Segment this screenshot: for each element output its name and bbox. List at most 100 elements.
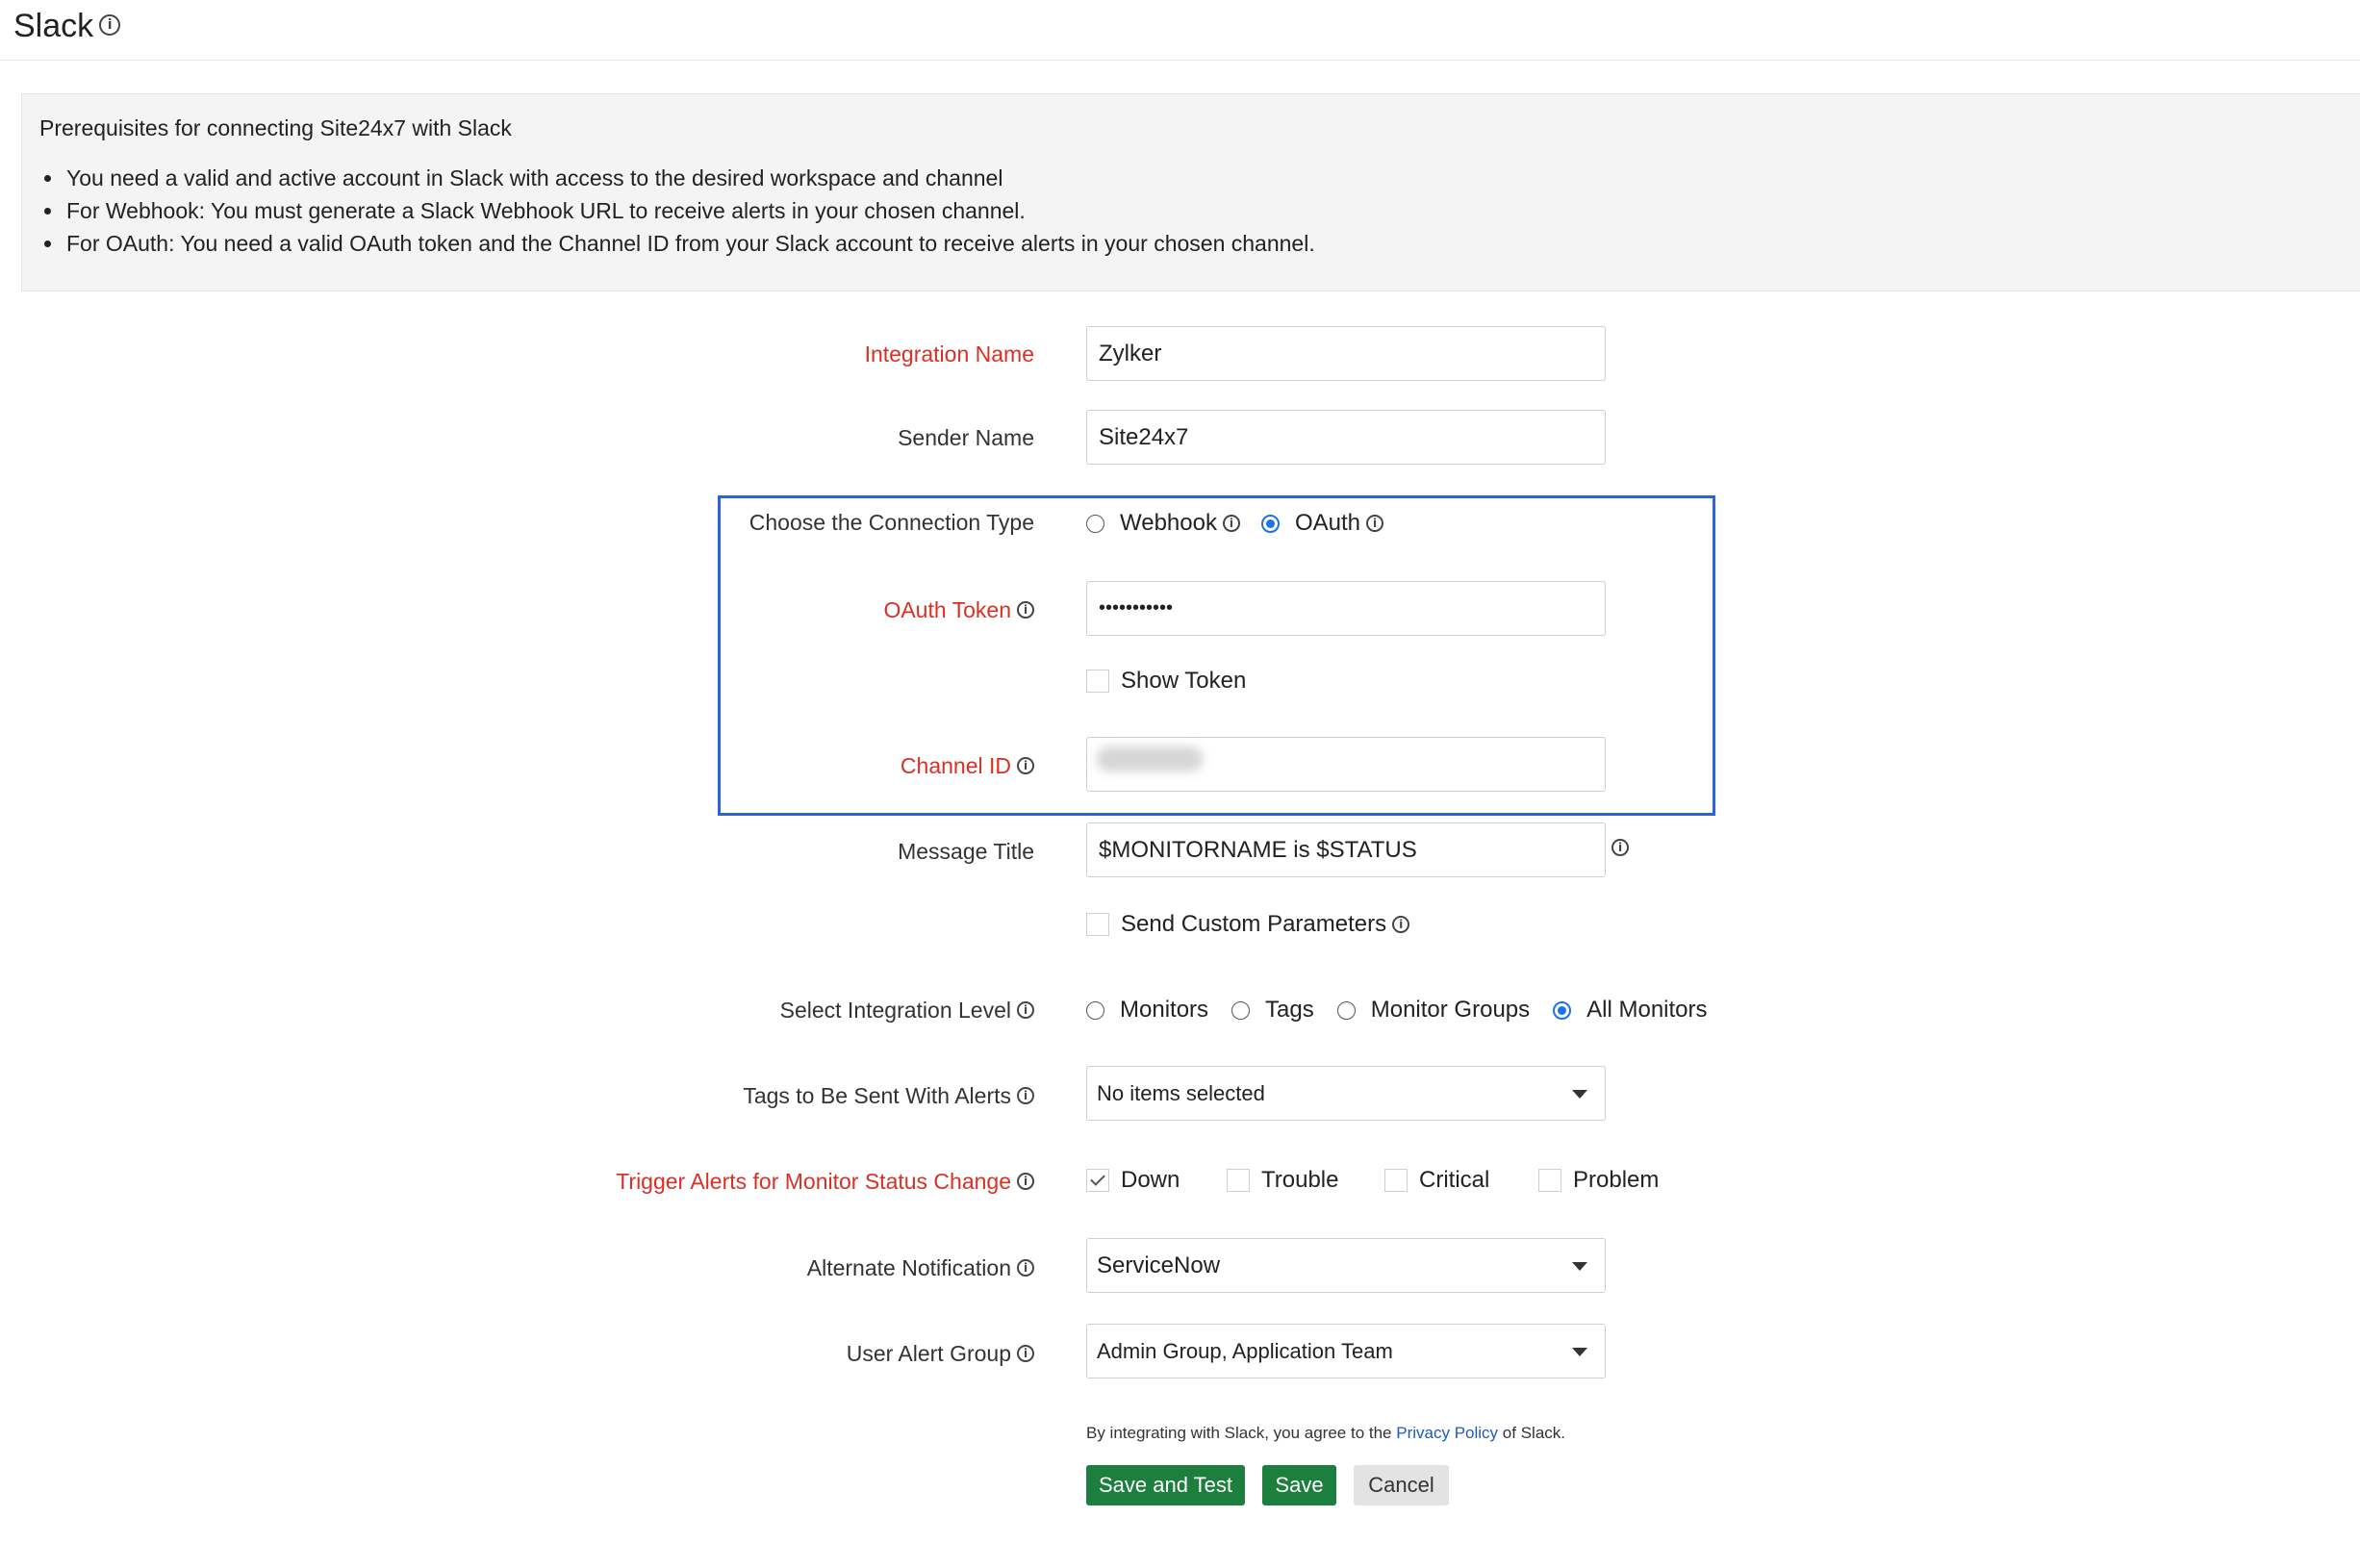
radio-circle[interactable]: [1086, 514, 1104, 533]
save-button[interactable]: Save: [1262, 1465, 1336, 1505]
consent-suffix: of Slack.: [1502, 1424, 1565, 1442]
user-alert-group-label: User Alert Group i: [847, 1341, 1034, 1367]
checkbox-trouble[interactable]: Trouble: [1227, 1167, 1384, 1194]
radio-circle[interactable]: [1231, 1000, 1251, 1020]
user-alert-group-label-text: User Alert Group: [846, 1341, 1011, 1366]
connection-type-label-text: Choose the Connection Type: [749, 510, 1034, 535]
checkbox-box-checked[interactable]: [1086, 1169, 1109, 1192]
radio-monitors-label: Monitors: [1120, 997, 1209, 1023]
info-icon[interactable]: i: [1017, 1172, 1034, 1190]
prerequisites-panel: Prerequisites for connecting Site24x7 wi…: [21, 93, 2360, 291]
checkbox-box[interactable]: [1227, 1169, 1250, 1192]
integration-name-label-text: Integration Name: [864, 341, 1034, 367]
info-icon[interactable]: i: [1017, 756, 1034, 774]
oauth-token-input[interactable]: [1086, 581, 1606, 636]
channel-id-label-text: Channel ID: [900, 753, 1011, 778]
radio-tags[interactable]: Tags: [1231, 997, 1314, 1024]
save-and-test-button[interactable]: Save and Test: [1086, 1465, 1245, 1505]
consent-text: By integrating with Slack, you agree to …: [1086, 1424, 1565, 1443]
show-token-checkbox[interactable]: Show Token: [1086, 668, 1246, 695]
alternate-notification-dropdown[interactable]: ServiceNow: [1086, 1238, 1606, 1293]
checkbox-down[interactable]: Down: [1086, 1167, 1227, 1194]
info-icon[interactable]: i: [1017, 600, 1034, 619]
radio-oauth-label: OAuth: [1294, 510, 1361, 536]
trigger-alerts-label-text: Trigger Alerts for Monitor Status Change: [616, 1169, 1011, 1194]
integration-level-label: Select Integration Level i: [780, 998, 1034, 1024]
page-title-text: Slack: [13, 8, 94, 44]
connection-type-radio-group: Webhook i OAuth i: [1086, 510, 1384, 537]
integration-name-label: Integration Name: [865, 341, 1034, 367]
cancel-button[interactable]: Cancel: [1354, 1465, 1449, 1505]
channel-id-label: Channel ID i: [901, 753, 1034, 779]
send-custom-parameters-label: Send Custom Parameters: [1121, 911, 1387, 937]
checkbox-critical[interactable]: Critical: [1384, 1167, 1538, 1194]
prerequisite-item: You need a valid and active account in S…: [64, 162, 1315, 194]
alternate-notification-label-text: Alternate Notification: [806, 1255, 1011, 1280]
radio-circle[interactable]: [1086, 1000, 1104, 1020]
checkbox-box[interactable]: [1538, 1169, 1561, 1192]
checkbox-box[interactable]: [1384, 1169, 1408, 1192]
info-icon[interactable]: i: [1222, 515, 1240, 532]
checkbox-down-label: Down: [1121, 1167, 1180, 1193]
prerequisites-title: Prerequisites for connecting Site24x7 wi…: [39, 115, 512, 140]
tags-dropdown-value: No items selected: [1097, 1080, 1265, 1105]
info-icon[interactable]: i: [99, 14, 121, 37]
user-alert-group-dropdown[interactable]: Admin Group, Application Team: [1086, 1324, 1606, 1378]
prerequisite-item: For Webhook: You must generate a Slack W…: [64, 194, 1315, 227]
radio-circle-selected[interactable]: [1553, 1000, 1572, 1020]
caret-down-icon: [1572, 1262, 1587, 1271]
radio-tags-label: Tags: [1265, 997, 1314, 1023]
trigger-alerts-checkbox-group: Down Trouble Critical Problem: [1086, 1167, 1659, 1194]
consent-prefix: By integrating with Slack, you agree to …: [1086, 1424, 1392, 1442]
radio-oauth[interactable]: OAuth i: [1260, 510, 1384, 537]
checkbox-trouble-label: Trouble: [1261, 1167, 1339, 1193]
user-alert-group-value: Admin Group, Application Team: [1097, 1338, 1393, 1363]
message-title-label-text: Message Title: [898, 839, 1034, 864]
radio-monitor-groups[interactable]: Monitor Groups: [1336, 997, 1531, 1024]
page-title: Slack i: [13, 8, 121, 45]
header-divider: [0, 60, 2360, 61]
checkbox-box[interactable]: [1086, 670, 1109, 693]
radio-circle-selected[interactable]: [1260, 514, 1280, 533]
radio-all-monitors-label: All Monitors: [1586, 997, 1708, 1023]
alternate-notification-value: ServiceNow: [1097, 1252, 1221, 1278]
send-custom-parameters-checkbox[interactable]: Send Custom Parameters i: [1086, 911, 1410, 938]
radio-circle[interactable]: [1336, 1000, 1356, 1020]
info-icon[interactable]: i: [1366, 515, 1384, 532]
integration-level-label-text: Select Integration Level: [779, 998, 1011, 1023]
info-icon[interactable]: i: [1017, 1344, 1034, 1362]
checkbox-problem[interactable]: Problem: [1538, 1167, 1659, 1194]
info-icon[interactable]: i: [1017, 1258, 1034, 1277]
integration-level-radio-group: Monitors Tags Monitor Groups All Monitor…: [1086, 997, 1708, 1024]
privacy-policy-link[interactable]: Privacy Policy: [1396, 1424, 1498, 1442]
info-icon[interactable]: i: [1611, 839, 1629, 856]
radio-all-monitors[interactable]: All Monitors: [1553, 997, 1708, 1024]
connection-type-label: Choose the Connection Type: [749, 510, 1034, 536]
info-icon[interactable]: i: [1017, 1000, 1034, 1019]
checkbox-problem-label: Problem: [1573, 1167, 1660, 1193]
prerequisites-list: You need a valid and active account in S…: [39, 162, 1315, 260]
radio-monitors[interactable]: Monitors: [1086, 997, 1208, 1024]
alternate-notification-label: Alternate Notification i: [807, 1255, 1034, 1281]
info-icon[interactable]: i: [1392, 916, 1410, 933]
tags-label: Tags to Be Sent With Alerts i: [743, 1083, 1034, 1109]
show-token-label: Show Token: [1121, 668, 1247, 694]
radio-webhook-label: Webhook: [1120, 510, 1217, 536]
radio-monitor-groups-label: Monitor Groups: [1370, 997, 1531, 1023]
sender-name-input[interactable]: [1086, 410, 1606, 465]
message-title-input[interactable]: [1086, 822, 1606, 877]
radio-webhook[interactable]: Webhook i: [1086, 510, 1240, 537]
prerequisite-item: For OAuth: You need a valid OAuth token …: [64, 227, 1315, 260]
trigger-alerts-label: Trigger Alerts for Monitor Status Change…: [616, 1169, 1034, 1195]
oauth-token-label: OAuth Token i: [883, 597, 1034, 623]
tags-dropdown[interactable]: No items selected: [1086, 1066, 1606, 1121]
sender-name-label: Sender Name: [898, 425, 1034, 451]
oauth-token-label-text: OAuth Token: [883, 597, 1011, 622]
redacted-channel-id: [1097, 746, 1203, 771]
info-icon[interactable]: i: [1017, 1086, 1034, 1104]
checkbox-box[interactable]: [1086, 913, 1109, 936]
caret-down-icon: [1572, 1348, 1587, 1356]
caret-down-icon: [1572, 1090, 1587, 1099]
checkbox-critical-label: Critical: [1419, 1167, 1490, 1193]
integration-name-input[interactable]: [1086, 326, 1606, 381]
